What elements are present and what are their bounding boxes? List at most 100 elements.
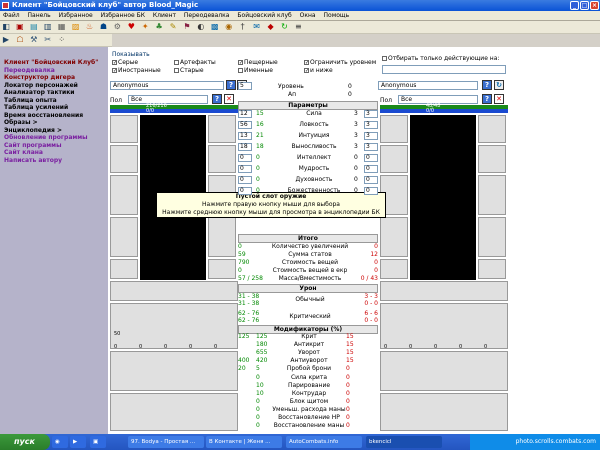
sidebar-item-upgrades[interactable]: Таблица усилений xyxy=(0,104,108,112)
left-earrings-slot[interactable] xyxy=(208,115,236,143)
sidebar-item-images[interactable]: Образы > xyxy=(0,119,108,127)
globe-icon[interactable]: ◐ xyxy=(196,22,206,32)
start-button[interactable]: пуск xyxy=(0,434,50,450)
right-amulet-slot[interactable] xyxy=(380,145,408,173)
mail-icon[interactable]: ✉ xyxy=(252,22,262,32)
right-belt-slot[interactable] xyxy=(380,259,408,279)
param-left-spinner[interactable]: 0 xyxy=(238,165,252,173)
menu-favorites-bk[interactable]: Избранное БК xyxy=(98,11,148,21)
minimize-button[interactable]: _ xyxy=(570,1,579,10)
hammer-icon[interactable]: ⚒ xyxy=(29,35,39,45)
sidebar-item-locator[interactable]: Локатор персонажей xyxy=(0,82,108,90)
right-char-name[interactable]: Anonymous xyxy=(378,81,478,90)
right-help2-button[interactable]: ? xyxy=(482,94,492,104)
sidebar-item-update[interactable]: Обновление программы xyxy=(0,134,108,142)
sidebar-item-dresser[interactable]: Переодевалка xyxy=(0,67,108,75)
bag-icon[interactable]: ☖ xyxy=(15,35,25,45)
shield-icon[interactable]: ◆ xyxy=(266,22,276,32)
left-char-name[interactable]: Anonymous xyxy=(110,81,224,90)
menu-favorites[interactable]: Избранное xyxy=(56,11,96,21)
menu-dresser[interactable]: Переодевалка xyxy=(181,11,233,21)
filter-and-lower[interactable]: ✓и ниже xyxy=(304,67,333,74)
tools-icon[interactable]: ✂ xyxy=(43,35,53,45)
right-bracers-slot[interactable] xyxy=(478,145,506,173)
param-right-spinner[interactable]: 3 xyxy=(364,110,378,118)
person-icon[interactable]: ☗ xyxy=(98,22,108,32)
left-help-button[interactable]: ? xyxy=(226,80,236,90)
menu-windows[interactable]: Окна xyxy=(297,11,319,21)
right-refresh-button[interactable]: ↻ xyxy=(494,80,504,90)
left-scroll-grid[interactable] xyxy=(110,393,238,431)
book-icon[interactable]: ▩ xyxy=(210,22,220,32)
menu-panel[interactable]: Панель xyxy=(25,11,54,21)
left-armor-slot[interactable] xyxy=(110,217,138,257)
sidebar-item-client[interactable]: Клиент "Бойцовский Клуб" xyxy=(0,59,108,67)
task-browser-1[interactable]: 97. Bodya - Простая ... xyxy=(128,436,204,448)
menu-help[interactable]: Помощь xyxy=(321,11,353,21)
flag-icon[interactable]: ⚑ xyxy=(182,22,192,32)
sidebar-item-constructor[interactable]: Конструктор дигера xyxy=(0,74,108,82)
menu-file[interactable]: Файл xyxy=(0,11,23,21)
right-gloves-slot[interactable] xyxy=(478,175,506,215)
filter-named[interactable]: Именные xyxy=(238,67,273,74)
left-amulet-slot[interactable] xyxy=(110,145,138,173)
param-right-spinner[interactable]: 0 xyxy=(364,154,378,162)
param-left-spinner[interactable]: 0 xyxy=(238,187,252,195)
left-ring-row[interactable] xyxy=(110,281,238,301)
filter-gray[interactable]: ✓Серые xyxy=(112,59,138,66)
left-belt-slot[interactable] xyxy=(110,259,138,279)
stop-icon[interactable]: ▣ xyxy=(15,22,25,32)
right-potion-grid[interactable] xyxy=(380,303,508,349)
task-autocombats[interactable]: AutoCombats.info xyxy=(286,436,362,448)
right-help-button[interactable]: ? xyxy=(482,80,492,90)
right-armor-slot[interactable] xyxy=(380,217,408,257)
left-helmet-slot[interactable] xyxy=(110,115,138,143)
doc-icon[interactable]: ▥ xyxy=(43,22,53,32)
left-weapon-slot[interactable] xyxy=(110,175,138,215)
heart-icon[interactable]: ♥ xyxy=(126,22,136,32)
tree-icon[interactable]: ♣ xyxy=(154,22,164,32)
param-right-spinner[interactable]: 0 xyxy=(364,176,378,184)
left-potion-grid[interactable] xyxy=(110,303,238,349)
left-shield-slot[interactable] xyxy=(208,217,236,257)
folder-icon[interactable]: ▨ xyxy=(71,22,81,32)
right-earrings-slot[interactable] xyxy=(478,115,506,143)
param-left-spinner[interactable]: 0 xyxy=(238,176,252,184)
star-icon[interactable]: ✦ xyxy=(140,22,150,32)
sidebar-item-site[interactable]: Сайт программы xyxy=(0,142,108,150)
active-only-select[interactable] xyxy=(382,65,506,74)
left-boots-slot[interactable] xyxy=(208,259,236,279)
left-rune-grid[interactable] xyxy=(110,351,238,391)
param-right-spinner[interactable]: 3 xyxy=(364,143,378,151)
dots-icon[interactable]: ⁘ xyxy=(57,35,67,45)
quicklaunch-browser-icon[interactable]: ◉ xyxy=(52,436,68,448)
left-gender-select[interactable]: Все xyxy=(128,95,208,104)
param-left-spinner[interactable]: 56 xyxy=(238,121,252,129)
gear-icon[interactable]: ⚙ xyxy=(112,22,122,32)
sidebar-item-tactics[interactable]: Анализатор тактики xyxy=(0,89,108,97)
filter-cave[interactable]: ✓Пещерные xyxy=(238,59,278,66)
filter-active-only[interactable]: Отбирать только действующие на: xyxy=(382,55,499,62)
back-icon[interactable]: ◧ xyxy=(1,22,11,32)
right-shield-slot[interactable] xyxy=(478,217,506,257)
param-left-spinner[interactable]: 12 xyxy=(238,110,252,118)
right-rune-grid[interactable] xyxy=(380,351,508,391)
right-helmet-slot[interactable] xyxy=(380,115,408,143)
param-right-spinner[interactable]: 0 xyxy=(364,165,378,173)
filter-old[interactable]: Старые xyxy=(174,67,204,74)
key-icon[interactable]: ✎ xyxy=(168,22,178,32)
left-bracers-slot[interactable] xyxy=(208,145,236,173)
filter-level-limit[interactable]: ✓Ограничить уровнем xyxy=(304,59,376,66)
task-bkencicl[interactable]: bkencicl xyxy=(366,436,442,448)
close-button[interactable]: × xyxy=(590,1,599,10)
refresh-icon[interactable]: ↻ xyxy=(279,22,289,32)
menu-client[interactable]: Клиент xyxy=(150,11,179,21)
sidebar-item-write-author[interactable]: Написать автору xyxy=(0,157,108,165)
right-scroll-grid[interactable] xyxy=(380,393,508,431)
quicklaunch-desktop-icon[interactable]: ▣ xyxy=(90,436,106,448)
arrow-right-icon[interactable]: ▶ xyxy=(1,35,11,45)
save-icon[interactable]: ▤ xyxy=(29,22,39,32)
sword-icon[interactable]: † xyxy=(238,22,248,32)
sidebar-item-exp-table[interactable]: Таблица опыта xyxy=(0,97,108,105)
param-right-spinner[interactable]: 3 xyxy=(364,121,378,129)
